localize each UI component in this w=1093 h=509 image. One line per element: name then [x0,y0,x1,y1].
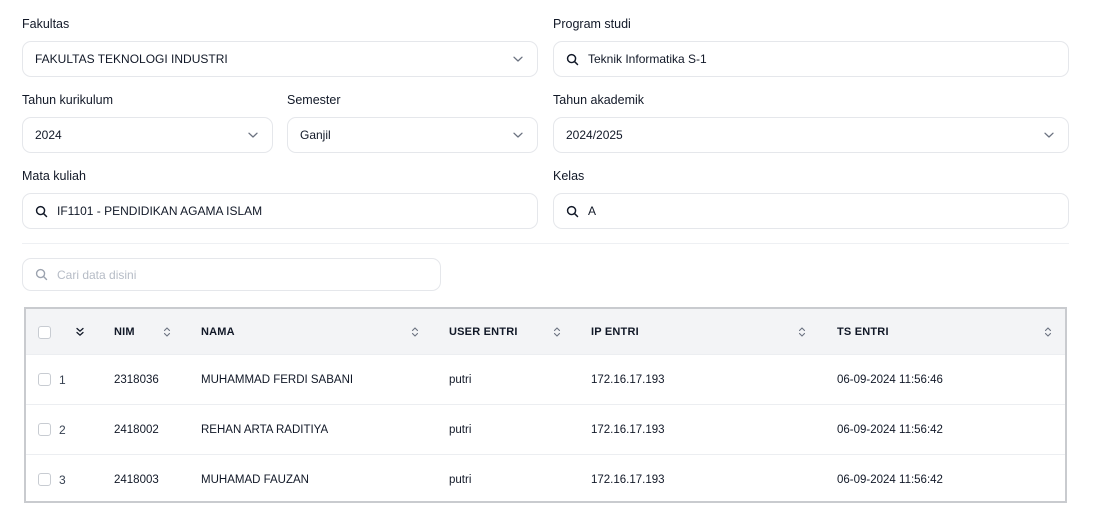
cell-nim: 2418002 [114,423,159,436]
row-number: 1 [59,372,66,387]
row-select-cell: 2 [38,405,66,454]
kelas-label: Kelas [553,169,585,183]
fakultas-field: Fakultas FAKULTAS TEKNOLOGI INDUSTRI [22,17,538,77]
program-studi-field: Program studi Teknik Informatika S-1 [553,17,1069,77]
sort-icon[interactable] [797,309,807,355]
semester-field: Semester Ganjil [287,93,538,153]
program-studi-label: Program studi [553,17,631,31]
mata-kuliah-field: Mata kuliah IF1101 - PENDIDIKAN AGAMA IS… [22,169,538,229]
row-checkbox[interactable] [38,373,51,386]
chevrons-down-icon [74,326,86,338]
col-header-nama[interactable]: NAMA [201,309,235,355]
search-icon [35,268,49,282]
tahun-akademik-select[interactable]: 2024/2025 [553,117,1069,153]
sort-icon[interactable] [162,309,172,355]
mata-kuliah-value: IF1101 - PENDIDIKAN AGAMA ISLAM [57,204,263,218]
col-header-ip-entri[interactable]: IP ENTRI [591,309,639,355]
col-header-ts-entri[interactable]: TS ENTRI [837,309,889,355]
cell-user-entri: putri [449,473,472,486]
cell-user-entri: putri [449,373,472,386]
cell-ts-entri: 06-09-2024 11:56:46 [837,373,943,386]
expand-all-toggle[interactable] [74,309,86,355]
row-number: 3 [59,472,66,487]
semester-select[interactable]: Ganjil [287,117,538,153]
cell-ip-entri: 172.16.17.193 [591,373,665,386]
select-all-cell [38,309,51,355]
kelas-input[interactable]: A [553,193,1069,229]
cell-nim: 2318036 [114,373,159,386]
table-row: 1 2318036 MUHAMMAD FERDI SABANI putri 17… [26,354,1065,404]
table-header: NIM NAMA USER ENTRI IP ENTRI TS ENTRI [26,309,1065,355]
cell-ip-entri: 172.16.17.193 [591,473,665,486]
semester-label: Semester [287,93,341,107]
select-all-checkbox[interactable] [38,325,51,339]
tahun-kurikulum-value: 2024 [35,128,62,142]
tahun-kurikulum-select[interactable]: 2024 [22,117,273,153]
fakultas-select[interactable]: FAKULTAS TEKNOLOGI INDUSTRI [22,41,538,77]
row-checkbox[interactable] [38,473,51,486]
table-search-input[interactable] [57,267,428,282]
search-icon [566,204,580,218]
tahun-kurikulum-field: Tahun kurikulum 2024 [22,93,273,153]
cell-ts-entri: 06-09-2024 11:56:42 [837,473,943,486]
row-select-cell: 3 [38,455,66,501]
mata-kuliah-input[interactable]: IF1101 - PENDIDIKAN AGAMA ISLAM [22,193,538,229]
sort-icon[interactable] [552,309,562,355]
tahun-kurikulum-label: Tahun kurikulum [22,93,114,107]
fakultas-value: FAKULTAS TEKNOLOGI INDUSTRI [35,52,228,66]
cell-nim: 2418003 [114,473,159,486]
chevron-down-icon [511,128,525,142]
cell-nama: MUHAMAD FAUZAN [201,473,309,486]
row-number: 2 [59,422,66,437]
tahun-akademik-field: Tahun akademik 2024/2025 [553,93,1069,153]
tahun-akademik-label: Tahun akademik [553,93,645,107]
table-row: 2 2418002 REHAN ARTA RADITIYA putri 172.… [26,404,1065,454]
tahun-akademik-value: 2024/2025 [566,128,623,142]
search-icon [566,52,580,66]
table-search[interactable] [22,258,441,291]
col-header-user-entri[interactable]: USER ENTRI [449,309,518,355]
program-studi-input[interactable]: Teknik Informatika S-1 [553,41,1069,77]
kelas-field: Kelas A [553,169,1069,229]
kelas-value: A [588,204,597,218]
cell-nama: REHAN ARTA RADITIYA [201,423,329,436]
data-table: NIM NAMA USER ENTRI IP ENTRI TS ENTRI 1 … [24,307,1067,503]
chevron-down-icon [246,128,260,142]
semester-value: Ganjil [300,128,331,142]
cell-nama: MUHAMMAD FERDI SABANI [201,373,354,386]
sort-icon[interactable] [410,309,420,355]
section-divider [22,243,1069,244]
row-checkbox[interactable] [38,423,51,436]
cell-ip-entri: 172.16.17.193 [591,423,665,436]
sort-icon[interactable] [1043,309,1053,355]
cell-ts-entri: 06-09-2024 11:56:42 [837,423,943,436]
program-studi-value: Teknik Informatika S-1 [588,52,707,66]
table-row: 3 2418003 MUHAMAD FAUZAN putri 172.16.17… [26,454,1065,501]
search-icon [35,204,49,218]
col-header-nim[interactable]: NIM [114,309,135,355]
cell-user-entri: putri [449,423,472,436]
mata-kuliah-label: Mata kuliah [22,169,86,183]
fakultas-label: Fakultas [22,17,70,31]
chevron-down-icon [511,52,525,66]
row-select-cell: 1 [38,355,66,404]
chevron-down-icon [1042,128,1056,142]
